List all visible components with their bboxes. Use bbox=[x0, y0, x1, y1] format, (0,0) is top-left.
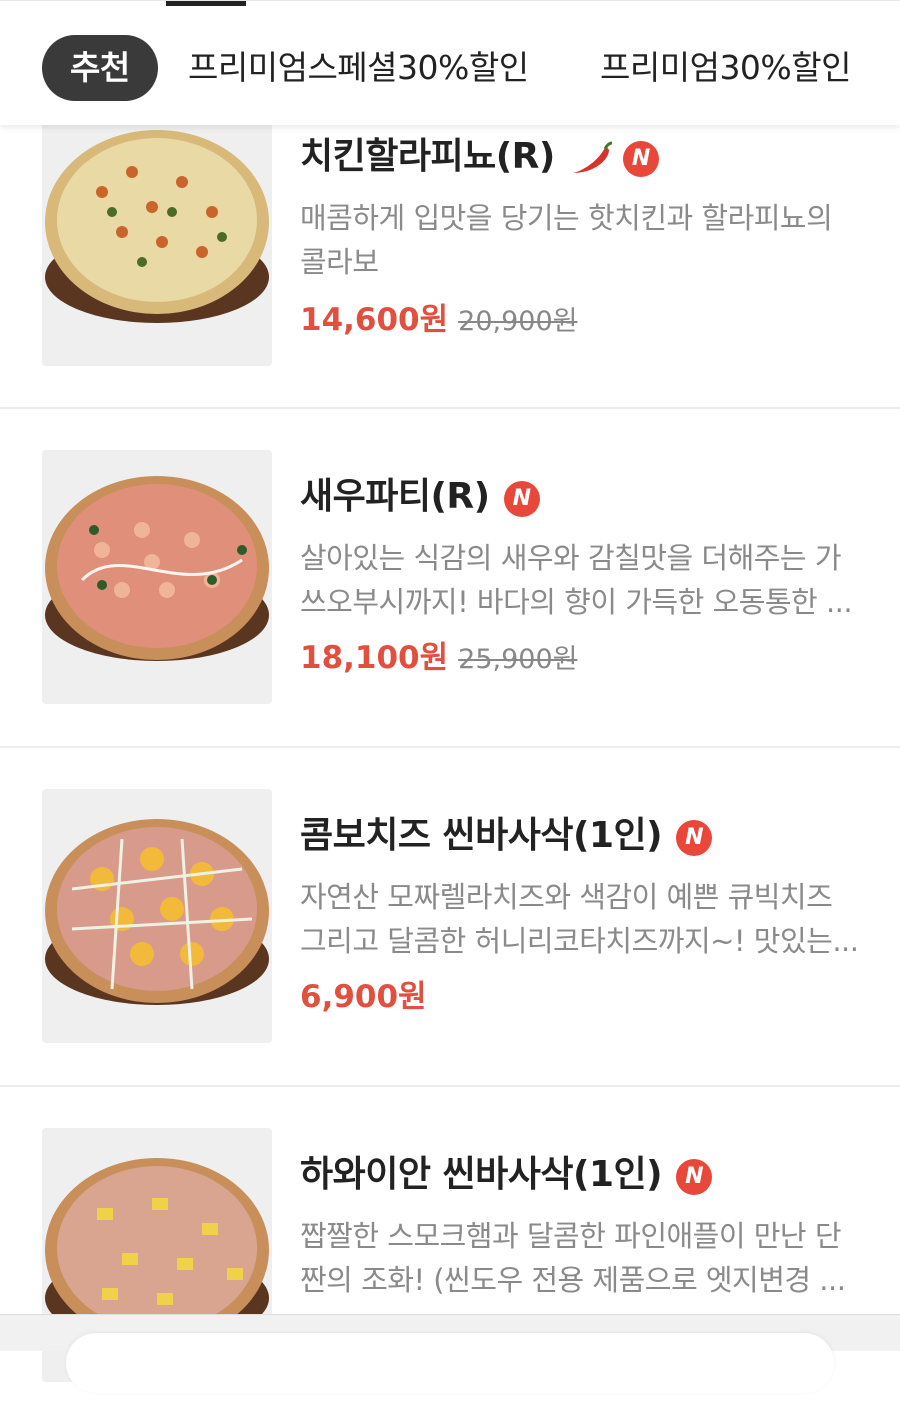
item-desc-line-1: 살아있는 식감의 새우와 감칠맛을 더해주는 가 bbox=[300, 541, 842, 575]
menu-item-combo-cheese[interactable]: 콤보치즈 씬바사삭(1인) N 자연산 모짜렐라치즈와 색감이 예쁜 큐빅치즈 그… bbox=[0, 749, 900, 1089]
item-desc-line-1: 짭짤한 스모크햄과 달콤한 파인애플이 만난 단 bbox=[300, 1219, 842, 1253]
pizza-image bbox=[42, 789, 272, 1043]
item-desc-line-2: 콜라보 bbox=[300, 245, 379, 279]
bottom-action-pill[interactable] bbox=[66, 1333, 834, 1393]
new-badge-icon: N bbox=[676, 1159, 713, 1195]
item-name: 치킨할라피뇨(R) bbox=[300, 136, 555, 177]
item-desc-line-2: 짠의 조화! (씬도우 전용 제품으로 엣지변경 ... bbox=[300, 1263, 846, 1297]
bottom-bar bbox=[0, 1314, 900, 1393]
item-description: 살아있는 식감의 새우와 감칠맛을 더해주는 가 쓰오부시까지! 바다의 향이 … bbox=[300, 536, 860, 624]
chili-icon bbox=[572, 141, 612, 173]
sale-price: 14,600원 bbox=[300, 302, 449, 338]
new-badge-icon: N bbox=[676, 820, 713, 856]
item-desc-line-1: 자연산 모짜렐라치즈와 색감이 예쁜 큐빅치즈 bbox=[300, 880, 833, 914]
divider bbox=[0, 1085, 900, 1087]
item-title: 콤보치즈 씬바사삭(1인) N bbox=[300, 813, 713, 860]
item-desc-line-2: 쓰오부시까지! 바다의 향이 가득한 오동통한 ... bbox=[300, 585, 853, 619]
scroll-indicator bbox=[166, 1, 246, 6]
new-badge-icon: N bbox=[503, 481, 540, 517]
item-badges: N bbox=[569, 135, 659, 181]
tab-premium-30[interactable]: 프리미엄30%할인 bbox=[600, 35, 852, 101]
item-desc-line-1: 매콤하게 입맛을 당기는 핫치킨과 할라피뇨의 bbox=[300, 201, 833, 235]
tab-premium-special-30[interactable]: 프리미엄스페셜30%할인 bbox=[188, 35, 529, 101]
divider bbox=[0, 407, 900, 409]
sale-price: 18,100원 bbox=[300, 640, 449, 676]
sale-price: 6,900원 bbox=[300, 979, 427, 1015]
item-name: 하와이안 씬바사삭(1인) bbox=[300, 1154, 663, 1195]
pizza-image bbox=[42, 112, 272, 366]
original-price: 20,900원 bbox=[458, 306, 578, 337]
item-name: 콤보치즈 씬바사삭(1인) bbox=[300, 815, 663, 856]
menu-list: 치킨할라피뇨(R) N 매콤하게 입맛을 당기는 핫치킨과 할라피뇨의 콜라보 1… bbox=[0, 0, 900, 1382]
item-title: 새우파티(R) N bbox=[300, 474, 540, 520]
tab-recommended[interactable]: 추천 bbox=[42, 35, 158, 101]
item-badges: N bbox=[676, 814, 713, 860]
original-price: 25,900원 bbox=[458, 644, 578, 675]
price-row: 18,100원 25,900원 bbox=[300, 636, 577, 680]
divider bbox=[0, 746, 900, 748]
item-desc-line-2: 그리고 달콤한 허니리코타치즈까지~! 맛있는... bbox=[300, 924, 859, 958]
item-badges: N bbox=[503, 475, 540, 521]
item-title: 하와이안 씬바사삭(1인) N bbox=[300, 1152, 713, 1199]
item-description: 짭짤한 스모크햄과 달콤한 파인애플이 만난 단 짠의 조화! (씬도우 전용 … bbox=[300, 1214, 860, 1302]
item-name: 새우파티(R) bbox=[300, 476, 490, 517]
menu-item-shrimp-party[interactable]: 새우파티(R) N 살아있는 식감의 새우와 감칠맛을 더해주는 가 쓰오부시까지… bbox=[0, 410, 900, 750]
price-row: 14,600원 20,900원 bbox=[300, 298, 577, 342]
item-description: 자연산 모짜렐라치즈와 색감이 예쁜 큐빅치즈 그리고 달콤한 허니리코타치즈까… bbox=[300, 875, 860, 963]
item-badges: N bbox=[676, 1153, 713, 1199]
item-description: 매콤하게 입맛을 당기는 핫치킨과 할라피뇨의 콜라보 bbox=[300, 196, 860, 284]
pizza-image bbox=[42, 450, 272, 704]
item-title: 치킨할라피뇨(R) N bbox=[300, 134, 659, 180]
price-row: 6,900원 bbox=[300, 975, 427, 1019]
new-badge-icon: N bbox=[622, 141, 659, 177]
category-tab-bar: 추천 프리미엄스페셜30%할인 프리미엄30%할인 bbox=[0, 0, 900, 125]
